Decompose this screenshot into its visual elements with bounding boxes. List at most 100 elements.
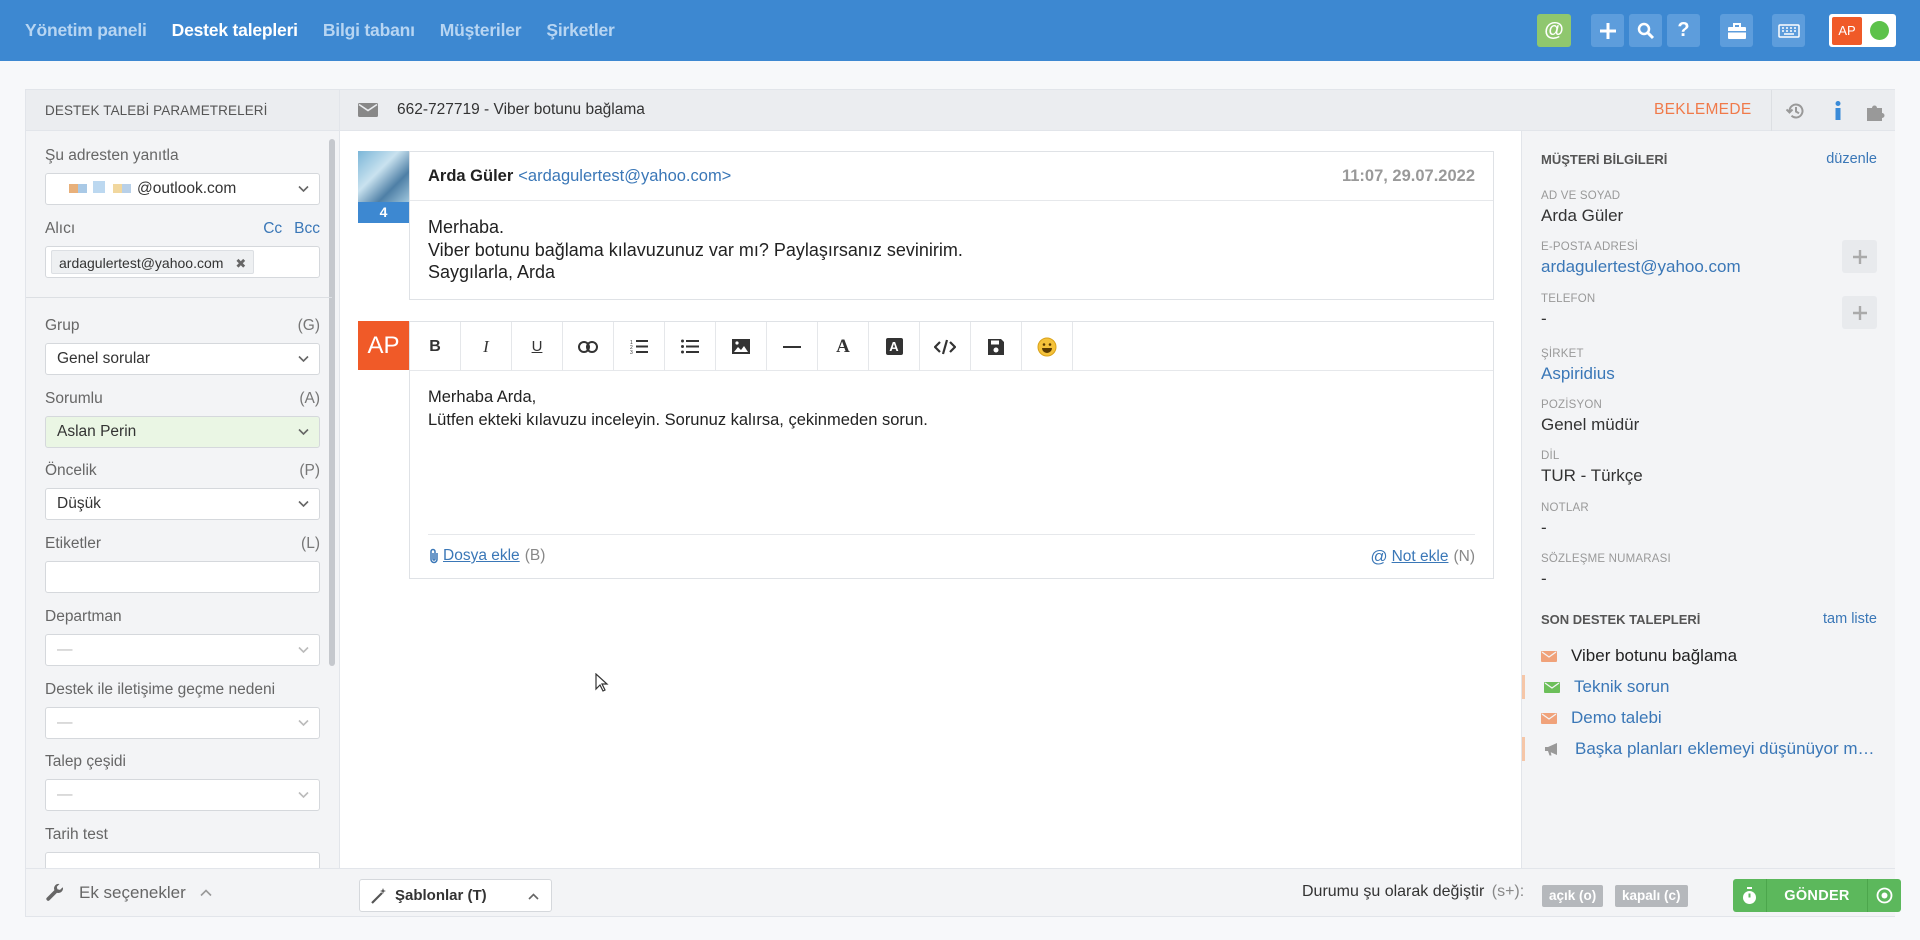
status-open-button[interactable]: açık (o) bbox=[1542, 885, 1604, 907]
bold-button[interactable]: B bbox=[410, 322, 461, 371]
customer-position-value: Genel müdür bbox=[1541, 415, 1640, 434]
customer-info-title: MÜŞTERİ BİLGİLERİ bbox=[1541, 151, 1668, 167]
message-email[interactable]: <ardagulertest@yahoo.com> bbox=[518, 167, 731, 186]
keyboard-button[interactable] bbox=[1772, 14, 1805, 47]
timer-button[interactable] bbox=[1733, 879, 1767, 912]
emoji-button[interactable] bbox=[1022, 322, 1073, 371]
recent-ticket-label: Demo talebi bbox=[1571, 708, 1662, 727]
nav-dashboard[interactable]: Yönetim paneli bbox=[25, 20, 147, 41]
avatar: AP bbox=[1832, 16, 1862, 45]
customer-info-header: MÜŞTERİ BİLGİLERİ düzenle bbox=[1541, 151, 1877, 167]
full-list-link[interactable]: tam liste bbox=[1823, 611, 1877, 627]
send-button-group: GÖNDER bbox=[1733, 879, 1901, 912]
customer-contract-label: SÖZLEŞME NUMARASI bbox=[1541, 553, 1671, 565]
tags-field: Etiketler (L) bbox=[45, 535, 320, 593]
customer-info-panel: MÜŞTERİ BİLGİLERİ düzenle AD VE SOYAD Ar… bbox=[1521, 131, 1895, 870]
code-button[interactable] bbox=[920, 322, 971, 371]
nav-knowledge-base[interactable]: Bilgi tabanı bbox=[323, 20, 415, 41]
change-status-shortcut: (s+): bbox=[1491, 883, 1525, 900]
editor-toolbar: B I U 123 A A bbox=[410, 322, 1493, 371]
templates-button[interactable]: Şablonlar (T) bbox=[359, 879, 552, 912]
help-button[interactable]: ? bbox=[1667, 14, 1700, 47]
responsible-label: Sorumlu bbox=[45, 390, 103, 407]
recent-tickets-title: SON DESTEK TALEPLERİ bbox=[1541, 611, 1701, 627]
department-select[interactable]: — bbox=[45, 634, 320, 666]
underline-icon: U bbox=[531, 338, 543, 355]
request-type-select[interactable]: — bbox=[45, 779, 320, 811]
recent-ticket-item[interactable]: Demo talebi bbox=[1541, 706, 1877, 730]
ticket-header: 662-727719 - Viber botunu bağlama BEKLEM… bbox=[340, 90, 1895, 131]
recent-ticket-item[interactable]: Teknik sorun bbox=[1522, 675, 1877, 699]
nav-companies[interactable]: Şirketler bbox=[546, 20, 614, 41]
recent-ticket-item[interactable]: Başka planları eklemeyi düşünüyor m… bbox=[1522, 737, 1877, 761]
recent-ticket-item[interactable]: Viber botunu bağlama bbox=[1541, 644, 1877, 668]
image-icon bbox=[732, 339, 750, 354]
create-button[interactable] bbox=[1591, 14, 1624, 47]
horizontal-rule-icon bbox=[783, 345, 801, 348]
ticket-status[interactable]: BEKLEMEDE bbox=[1654, 101, 1751, 119]
user-menu[interactable]: AP bbox=[1829, 14, 1896, 47]
remove-chip-icon[interactable]: ✖ bbox=[235, 256, 246, 271]
tags-input[interactable] bbox=[45, 561, 320, 593]
group-select[interactable]: Genel sorular bbox=[45, 343, 320, 375]
horizontal-rule-button[interactable] bbox=[767, 322, 818, 371]
ordered-list-button[interactable]: 123 bbox=[614, 322, 665, 371]
send-options-button[interactable] bbox=[1867, 879, 1901, 912]
reply-from-select[interactable]: @outlook.com bbox=[45, 173, 320, 205]
info-button[interactable] bbox=[1819, 90, 1857, 131]
link-button[interactable] bbox=[563, 322, 614, 371]
bullet-list-button[interactable] bbox=[665, 322, 716, 371]
nav-tickets[interactable]: Destek talepleri bbox=[172, 20, 298, 41]
customer-language-label: DİL bbox=[1541, 450, 1560, 462]
change-status-label: Durumu şu olarak değiştir (s+): bbox=[1302, 883, 1524, 901]
edit-customer-link[interactable]: düzenle bbox=[1826, 151, 1877, 167]
attach-file-shortcut: (B) bbox=[524, 547, 546, 564]
chevron-down-icon bbox=[298, 646, 309, 654]
cc-link[interactable]: Cc bbox=[263, 220, 282, 237]
chevron-down-icon bbox=[298, 428, 309, 436]
customer-phone-value: - bbox=[1541, 309, 1547, 328]
add-phone-button[interactable] bbox=[1842, 296, 1877, 329]
status-closed-button[interactable]: kapalı (c) bbox=[1615, 885, 1688, 907]
priority-select[interactable]: Düşük bbox=[45, 488, 320, 520]
font-color-button[interactable]: A bbox=[869, 322, 920, 371]
customer-company: ŞİRKET Aspiridius bbox=[1541, 348, 1877, 384]
plugins-button[interactable] bbox=[1857, 90, 1895, 131]
history-button[interactable] bbox=[1771, 90, 1819, 131]
search-button[interactable] bbox=[1629, 14, 1662, 47]
mention-button[interactable]: @ bbox=[1537, 14, 1571, 47]
message-body: Merhaba. Viber botunu bağlama kılavuzunu… bbox=[410, 201, 1493, 299]
recent-ticket-label: Başka planları eklemeyi düşünüyor m… bbox=[1575, 739, 1875, 758]
briefcase-button[interactable] bbox=[1720, 14, 1753, 47]
nav-customers[interactable]: Müşteriler bbox=[440, 20, 522, 41]
add-note-link[interactable]: @ Not ekle (N) bbox=[1370, 547, 1475, 567]
envelope-icon bbox=[358, 103, 378, 117]
send-button[interactable]: GÖNDER bbox=[1767, 888, 1867, 904]
italic-button[interactable]: I bbox=[461, 322, 512, 371]
wrench-icon bbox=[46, 883, 63, 901]
parameters-scroll-area[interactable]: Şu adresten yanıtla @outlook.com Alıcı C… bbox=[26, 131, 340, 871]
main-nav: Yönetim paneli Destek talepleri Bilgi ta… bbox=[0, 20, 640, 41]
responsible-select[interactable]: Aslan Perin bbox=[45, 416, 320, 448]
image-button[interactable] bbox=[716, 322, 767, 371]
save-button[interactable] bbox=[971, 322, 1022, 371]
contact-reason-select[interactable]: — bbox=[45, 707, 320, 739]
customer-company-value[interactable]: Aspiridius bbox=[1541, 364, 1877, 384]
font-button[interactable]: A bbox=[818, 322, 869, 371]
paperclip-icon bbox=[430, 548, 438, 564]
underline-button[interactable]: U bbox=[512, 322, 563, 371]
editor-content[interactable]: Merhaba Arda, Lütfen ekteki kılavuzu inc… bbox=[410, 371, 1493, 446]
recipient-input[interactable]: ardagulertest@yahoo.com ✖ bbox=[45, 246, 320, 278]
customer-contract-value: - bbox=[1541, 569, 1547, 588]
add-note-label: Not ekle bbox=[1391, 548, 1449, 565]
more-options-toggle[interactable]: Ek seçenekler bbox=[26, 868, 340, 916]
puzzle-icon bbox=[1867, 105, 1885, 121]
question-icon: ? bbox=[1677, 19, 1690, 41]
customer-language: DİL TUR - Türkçe bbox=[1541, 450, 1877, 486]
add-email-button[interactable] bbox=[1842, 240, 1877, 273]
scrollbar[interactable] bbox=[329, 139, 335, 666]
bcc-link[interactable]: Bcc bbox=[294, 220, 320, 237]
attach-file-link[interactable]: Dosya ekle (B) bbox=[428, 547, 545, 565]
bullet-list-icon bbox=[681, 339, 699, 354]
customer-email-value[interactable]: ardagulertest@yahoo.com bbox=[1541, 257, 1877, 277]
